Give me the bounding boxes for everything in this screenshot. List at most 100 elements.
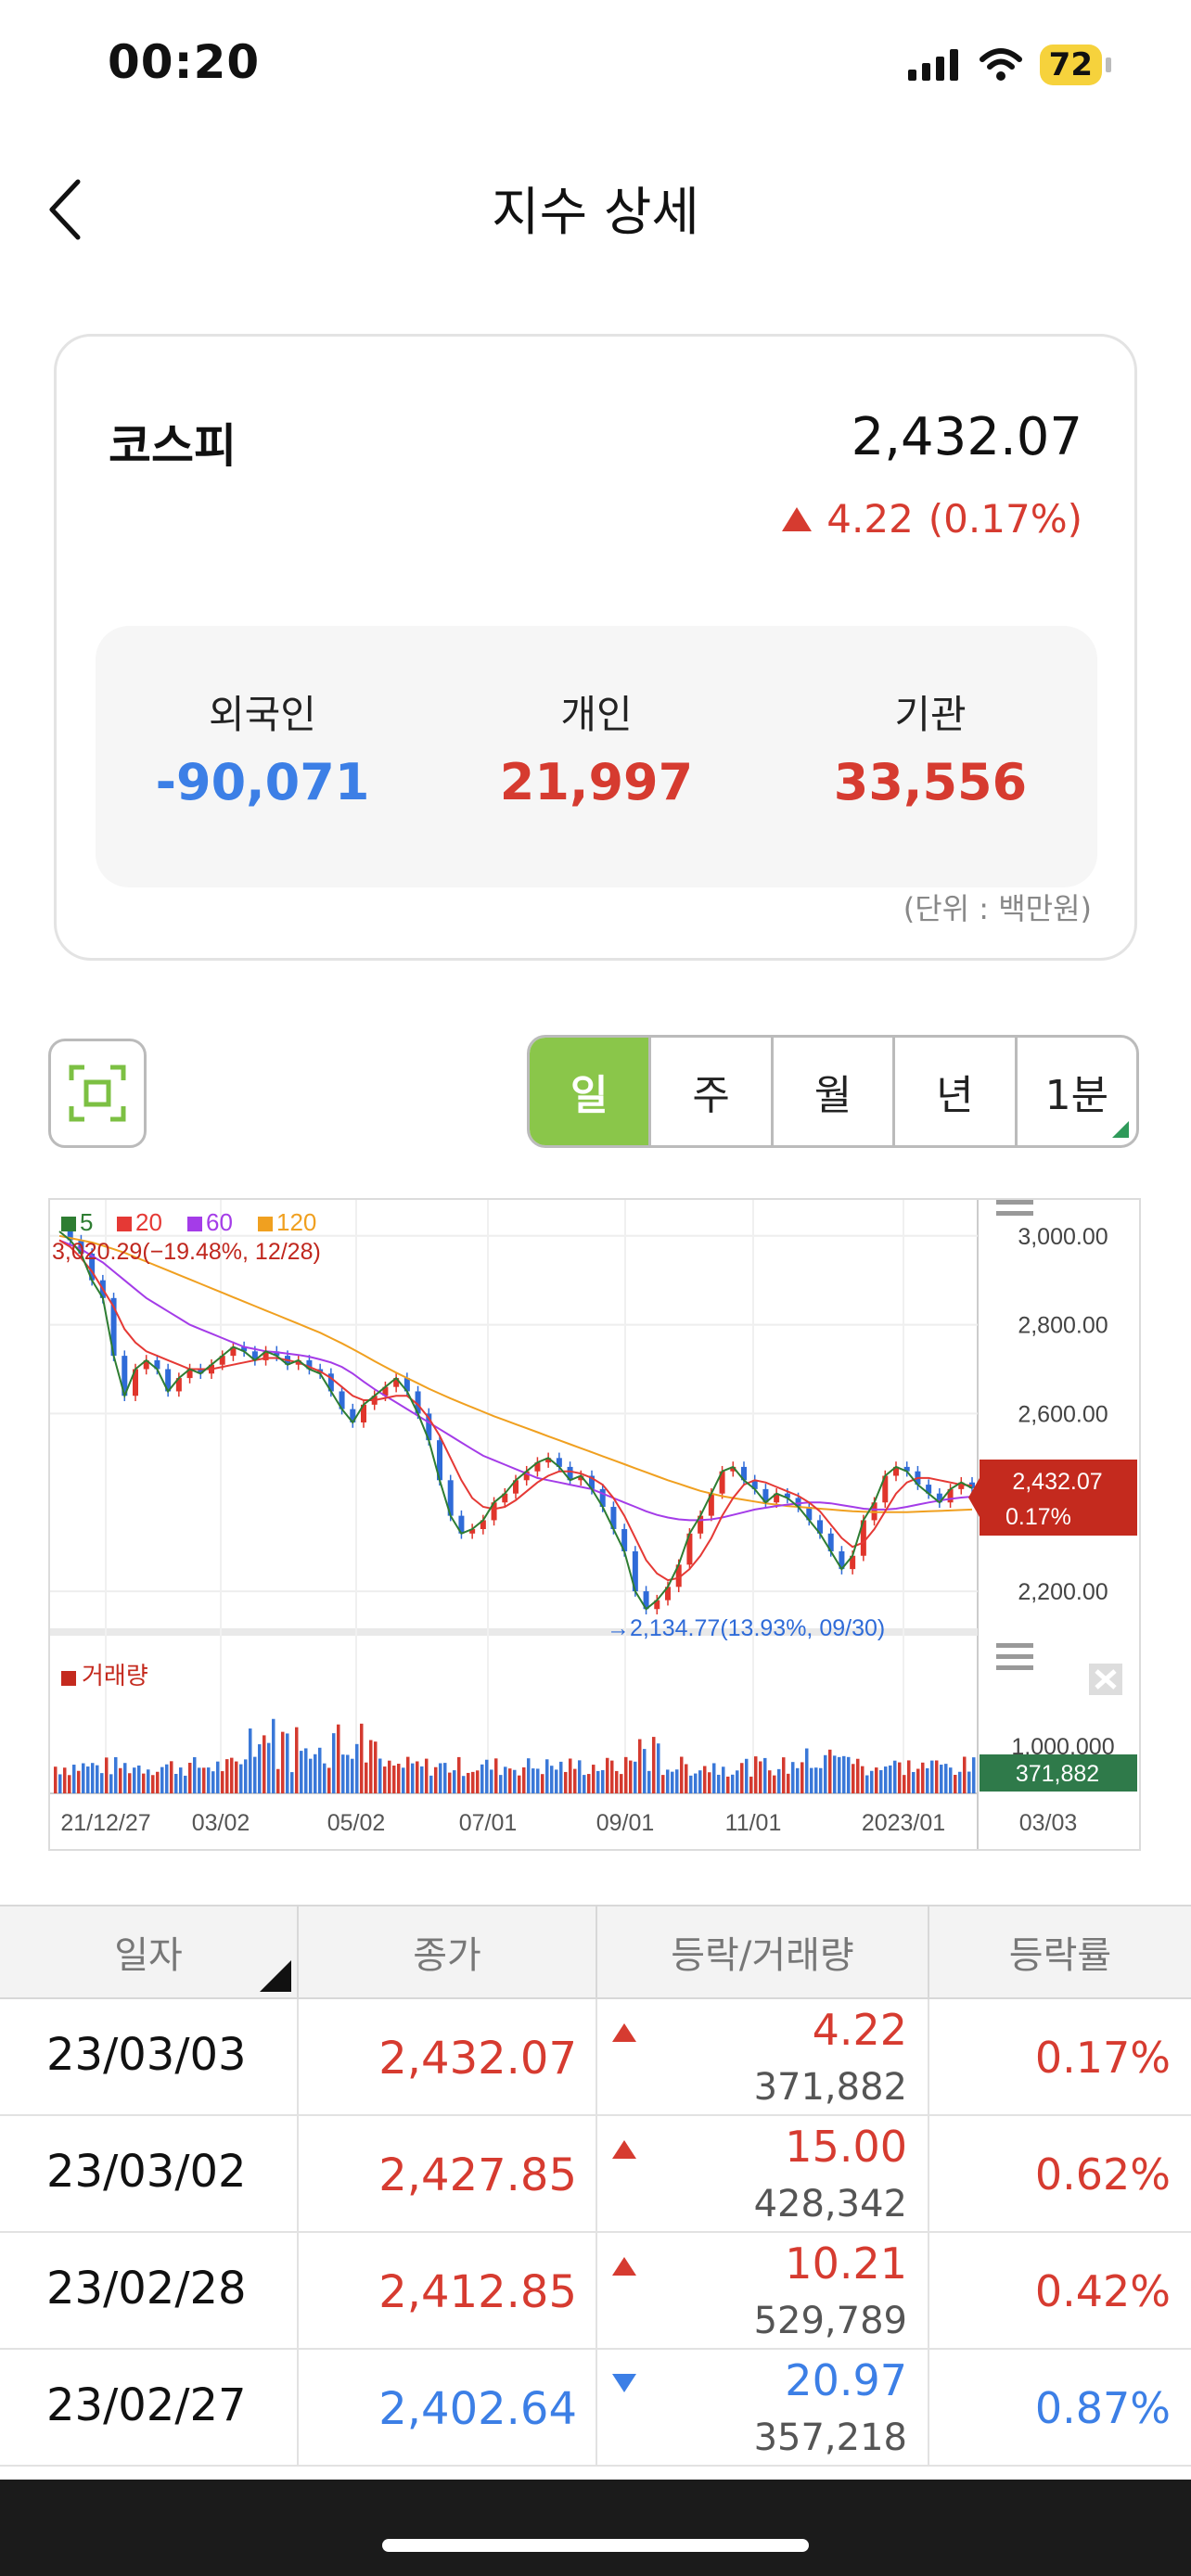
up-triangle-icon <box>612 2140 636 2159</box>
volume-bar <box>810 1767 813 1793</box>
volume-bar <box>879 1769 883 1793</box>
investor-breakdown: 외국인 -90,071 개인 21,997 기관 33,556 <box>96 626 1097 887</box>
wifi-icon <box>979 48 1022 81</box>
close-text: 2,427.85 <box>378 2149 577 2201</box>
fullscreen-chart-button[interactable] <box>48 1039 147 1148</box>
volume-bar <box>889 1765 892 1793</box>
volume-bar <box>592 1765 596 1793</box>
volume-text: 371,882 <box>753 2066 907 2109</box>
up-triangle-icon <box>612 2257 636 2276</box>
cell-change: 10.21 529,789 <box>596 2233 928 2348</box>
current-price-pct: 0.17% <box>1005 1504 1071 1530</box>
volume-bar <box>290 1772 294 1793</box>
volume-bar <box>318 1747 322 1793</box>
volume-bar <box>327 1767 331 1793</box>
date-text: 23/03/03 <box>46 2029 247 2081</box>
volume-bar <box>689 1775 693 1793</box>
price-panel-bg <box>50 1200 978 1636</box>
volume-bar <box>754 1756 758 1793</box>
volume-bar <box>828 1749 832 1793</box>
up-triangle-icon <box>612 2023 636 2042</box>
price-chart[interactable]: 3,000.00 2,800.00 2,600.00 2,200.00 21/12/27… <box>48 1198 1141 1851</box>
header-rate: 등락률 <box>928 1906 1191 1997</box>
investor-label: 외국인 <box>209 692 316 737</box>
volume-bar <box>351 1758 354 1793</box>
volume-bar <box>555 1769 558 1793</box>
volume-bar <box>137 1765 141 1793</box>
volume-bar <box>833 1755 837 1793</box>
volume-bar <box>82 1763 85 1793</box>
cell-close: 2,427.85 <box>297 2116 596 2231</box>
volume-bar <box>133 1767 136 1793</box>
tab-minute[interactable]: 1분 <box>1014 1038 1136 1145</box>
volume-bar <box>870 1770 874 1793</box>
volume-bar <box>100 1773 104 1793</box>
volume-bar <box>425 1758 429 1793</box>
volume-bar <box>383 1766 387 1793</box>
volume-bar <box>123 1763 127 1793</box>
volume-bar <box>564 1771 568 1793</box>
volume-bar <box>921 1762 925 1793</box>
tab-day[interactable]: 일 <box>530 1038 649 1145</box>
volume-bar <box>703 1766 707 1793</box>
date-text: 23/03/02 <box>46 2146 247 2198</box>
volume-bar <box>759 1761 762 1793</box>
cell-rate: 0.62% <box>928 2116 1191 2231</box>
header-date[interactable]: 일자 <box>0 1906 297 1997</box>
volume-bar <box>578 1760 582 1793</box>
current-price-value: 2,432.07 <box>1012 1469 1102 1495</box>
volume-bar <box>179 1767 183 1793</box>
volume-bar <box>309 1758 313 1793</box>
table-row[interactable]: 23/02/28 2,412.85 10.21 529,789 0.42% <box>0 2233 1191 2350</box>
header-close: 종가 <box>297 1906 596 1997</box>
volume-bar <box>267 1742 271 1793</box>
volume-bar <box>875 1767 878 1793</box>
volume-bar <box>151 1775 155 1793</box>
volume-bar <box>661 1775 665 1793</box>
volume-bar <box>91 1763 95 1793</box>
table-header: 일자 종가 등락/거래량 등락률 <box>0 1905 1191 1999</box>
volume-bar <box>545 1759 549 1793</box>
volume-bar <box>295 1727 299 1793</box>
volume-bar <box>731 1774 735 1793</box>
cell-change: 15.00 428,342 <box>596 2116 928 2231</box>
legend-swatch <box>187 1217 202 1231</box>
volume-bar <box>314 1753 317 1793</box>
volume-bar <box>392 1766 396 1793</box>
table-row[interactable]: 23/03/03 2,432.07 4.22 371,882 0.17% <box>0 1999 1191 2116</box>
tab-year[interactable]: 년 <box>892 1038 1014 1145</box>
legend-swatch <box>258 1217 273 1231</box>
table-row[interactable]: 23/03/02 2,427.85 15.00 428,342 0.62% <box>0 2116 1191 2233</box>
tab-week[interactable]: 주 <box>648 1038 770 1145</box>
volume-bar <box>434 1766 438 1793</box>
volume-bar <box>165 1764 169 1793</box>
tab-month[interactable]: 월 <box>770 1038 892 1145</box>
volume-bar <box>230 1757 234 1793</box>
legend-label: 20 <box>135 1208 162 1236</box>
volume-bar <box>675 1769 679 1793</box>
volume-bar <box>485 1759 489 1793</box>
volume-bar <box>777 1768 781 1793</box>
volume-bar <box>884 1766 888 1793</box>
volume-bar <box>249 1728 252 1793</box>
volume-bar <box>940 1765 943 1793</box>
volume-bar <box>698 1770 702 1793</box>
menu-icon-bar <box>996 1654 1033 1659</box>
volume-bar <box>527 1758 531 1793</box>
tab-minute-label: 1분 <box>1044 1072 1109 1119</box>
table-row[interactable]: 23/02/27 2,402.64 20.97 357,218 0.87% <box>0 2350 1191 2467</box>
volume-bar <box>490 1769 493 1793</box>
volume-bar <box>643 1749 647 1793</box>
home-indicator[interactable] <box>382 2539 809 2552</box>
volume-bar <box>791 1762 795 1793</box>
volume-bar <box>480 1764 484 1793</box>
volume-bar <box>513 1769 517 1793</box>
change-text: 10.21 <box>785 2238 907 2289</box>
volume-bar <box>225 1759 229 1793</box>
y-tick-label: 3,000.00 <box>1018 1224 1108 1250</box>
volume-bar <box>72 1765 76 1793</box>
volume-bar <box>824 1754 827 1793</box>
rate-text: 0.87% <box>1034 2383 1171 2433</box>
volume-bar <box>369 1740 373 1793</box>
volume-bar <box>531 1768 535 1793</box>
